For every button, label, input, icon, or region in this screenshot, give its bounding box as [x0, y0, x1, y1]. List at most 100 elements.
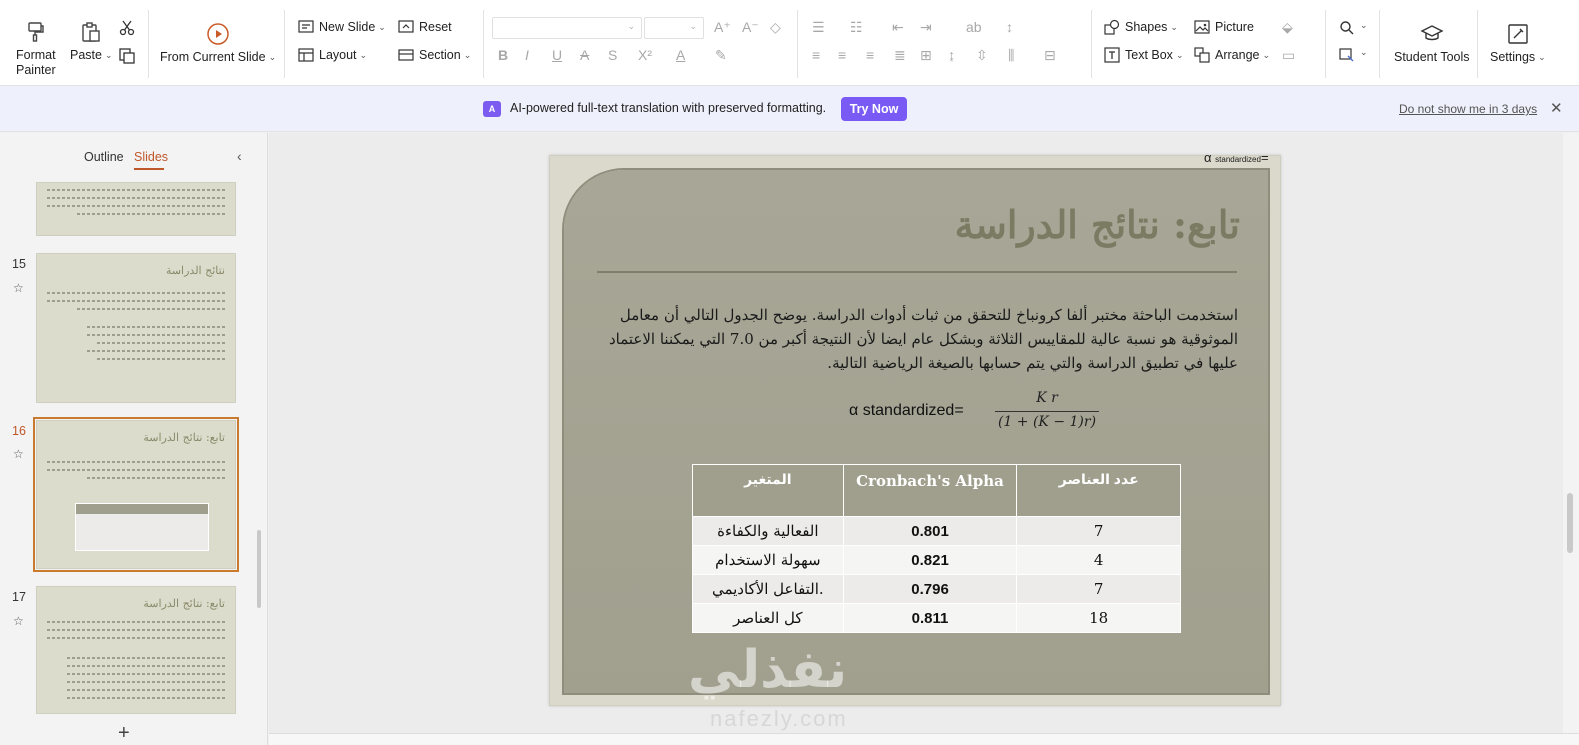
table-cell: 0.796 — [842, 574, 1018, 604]
format-painter-button[interactable]: Format Painter — [16, 20, 56, 78]
sort-icon[interactable]: ↕ — [1006, 19, 1013, 35]
font-size-select[interactable]: ⌄ — [644, 17, 704, 39]
star-icon[interactable]: ☆ — [13, 614, 24, 628]
numbering-icon[interactable]: ☷ — [850, 19, 863, 36]
thumb-title: تابع: نتائج الدراسة — [143, 431, 225, 444]
star-icon[interactable]: ☆ — [13, 447, 24, 461]
paste-button[interactable]: Paste ⌄ — [70, 20, 113, 63]
chevron-down-icon[interactable]: ⌄ — [1360, 47, 1368, 58]
align-left-icon[interactable]: ≡ — [812, 47, 820, 63]
reliability-table[interactable]: المتغير Cronbach's Alpha عدد العناصر الف… — [692, 464, 1181, 633]
try-now-button[interactable]: Try Now — [841, 97, 907, 121]
chevron-down-icon[interactable]: ⌄ — [105, 48, 113, 63]
fill-icon[interactable]: ⬙ — [1282, 19, 1293, 36]
scrollbar-thumb[interactable] — [1567, 493, 1573, 553]
font-color-icon[interactable]: A — [676, 47, 685, 63]
chevron-down-icon[interactable]: ⌄ — [1538, 50, 1546, 65]
tab-outline[interactable]: Outline — [84, 150, 124, 164]
thumb-text-lines — [77, 213, 225, 215]
thumb-text-lines — [97, 342, 225, 344]
chevron-down-icon[interactable]: ⌄ — [1176, 50, 1184, 61]
tab-slides[interactable]: Slides — [134, 150, 168, 164]
ai-translate-icon: A — [483, 101, 501, 117]
title-divider — [597, 271, 1237, 273]
student-tools-button[interactable]: Student Tools — [1394, 22, 1470, 65]
formula-denominator: (1 + (K − 1)r) — [997, 414, 1097, 430]
slide-title[interactable]: تابع: نتائج الدراسة — [600, 202, 1240, 247]
from-current-slide-button[interactable]: From Current Slide ⌄ — [160, 22, 276, 65]
chevron-down-icon[interactable]: ⌄ — [378, 22, 386, 33]
strikethrough-icon[interactable]: A — [580, 47, 589, 63]
line-spacing-icon[interactable]: ↨ — [948, 47, 955, 63]
text-effect-icon[interactable]: S — [608, 47, 617, 63]
formula-label[interactable]: α standardized= — [849, 402, 964, 420]
graduation-cap-icon — [1420, 25, 1444, 41]
slide-thumbnail-14[interactable] — [36, 182, 236, 236]
chevron-down-icon[interactable]: ⌄ — [1360, 20, 1368, 31]
dismiss-banner-link[interactable]: Do not show me in 3 days — [1399, 102, 1537, 116]
italic-icon[interactable]: I — [525, 47, 529, 63]
layout-button[interactable]: Layout ⌄ — [298, 47, 367, 63]
thumb-text-lines — [47, 205, 225, 207]
underline-icon[interactable]: U — [552, 47, 562, 63]
slide-alpha-note[interactable]: α standardized= — [1204, 150, 1269, 165]
picture-button[interactable]: Picture — [1194, 19, 1254, 35]
cut-icon[interactable] — [118, 19, 136, 37]
select-icon[interactable] — [1339, 47, 1355, 63]
table-row: الفعالية والكفاءة 0.801 7 — [692, 516, 1181, 546]
copy-icon[interactable] — [118, 47, 136, 65]
paragraph-spacing-icon[interactable]: ⇳ — [976, 47, 988, 64]
chevron-down-icon[interactable]: ⌄ — [269, 50, 277, 65]
star-icon[interactable]: ☆ — [13, 281, 24, 295]
section-label: Section — [419, 48, 461, 62]
font-family-select[interactable]: ⌄ — [492, 17, 642, 39]
bullets-icon[interactable]: ☰ — [812, 19, 825, 36]
align-center-icon[interactable]: ≡ — [838, 47, 846, 63]
student-tools-label: Student Tools — [1394, 50, 1470, 64]
distribute-icon[interactable]: ⊞ — [920, 47, 932, 64]
increase-font-icon[interactable]: A⁺ — [714, 19, 731, 36]
clear-format-icon[interactable]: ◇ — [770, 19, 781, 36]
formula-fraction[interactable]: K r (1 + (K − 1)r) — [995, 390, 1099, 430]
thumb-text-lines — [67, 689, 225, 691]
align-right-icon[interactable]: ≡ — [866, 47, 874, 63]
outline-icon[interactable]: ▭ — [1282, 47, 1295, 64]
chevron-down-icon[interactable]: ⌄ — [1262, 50, 1270, 61]
collapse-panel-icon[interactable]: ‹ — [237, 148, 242, 164]
reset-button[interactable]: Reset — [398, 19, 452, 35]
chevron-down-icon[interactable]: ⌄ — [360, 50, 368, 61]
new-slide-icon — [298, 20, 314, 33]
search-icon[interactable] — [1339, 20, 1355, 36]
slide-thumbnail-16[interactable]: تابع: نتائج الدراسة — [33, 417, 239, 572]
chevron-down-icon[interactable]: ⌄ — [1170, 22, 1178, 33]
text-box-button[interactable]: Text Box ⌄ — [1104, 47, 1183, 63]
section-button[interactable]: Section ⌄ — [398, 47, 471, 63]
thumb-text-lines — [67, 697, 225, 699]
highlight-icon[interactable]: ✎ — [715, 47, 727, 64]
watermark-logo: نفذلي — [688, 640, 848, 700]
thumb-title: تابع: نتائج الدراسة — [143, 597, 225, 610]
columns-icon[interactable]: ⫼ — [1008, 47, 1014, 64]
slide-thumbnail-15[interactable]: نتائج الدراسة — [36, 253, 236, 403]
text-box-align-icon[interactable]: ⊟ — [1044, 47, 1056, 64]
decrease-font-icon[interactable]: A⁻ — [742, 19, 759, 36]
slide-thumbnail-17[interactable]: تابع: نتائج الدراسة — [36, 586, 236, 714]
arrange-button[interactable]: Arrange ⌄ — [1194, 47, 1270, 63]
add-slide-icon[interactable]: + — [118, 722, 130, 745]
superscript-icon[interactable]: X² — [638, 47, 652, 63]
chevron-down-icon[interactable]: ⌄ — [464, 50, 472, 61]
slide-body-text[interactable]: استخدمت الباحثة مختبر ألفا كرونباخ للتحق… — [588, 303, 1238, 375]
close-icon[interactable]: ✕ — [1550, 99, 1563, 117]
panel-scrollbar[interactable] — [257, 530, 261, 608]
bold-icon[interactable]: B — [498, 47, 508, 63]
shapes-button[interactable]: Shapes ⌄ — [1104, 19, 1178, 35]
decrease-indent-icon[interactable]: ⇤ — [892, 19, 904, 36]
text-box-icon — [1104, 47, 1120, 63]
notes-pane[interactable] — [269, 733, 1579, 745]
justify-icon[interactable]: ≣ — [894, 47, 906, 64]
text-direction-icon[interactable]: ab — [966, 19, 982, 35]
canvas-scrollbar[interactable] — [1563, 133, 1579, 733]
new-slide-button[interactable]: New Slide ⌄ — [298, 19, 386, 35]
settings-button[interactable]: Settings ⌄ — [1490, 22, 1546, 65]
increase-indent-icon[interactable]: ⇥ — [920, 19, 932, 36]
